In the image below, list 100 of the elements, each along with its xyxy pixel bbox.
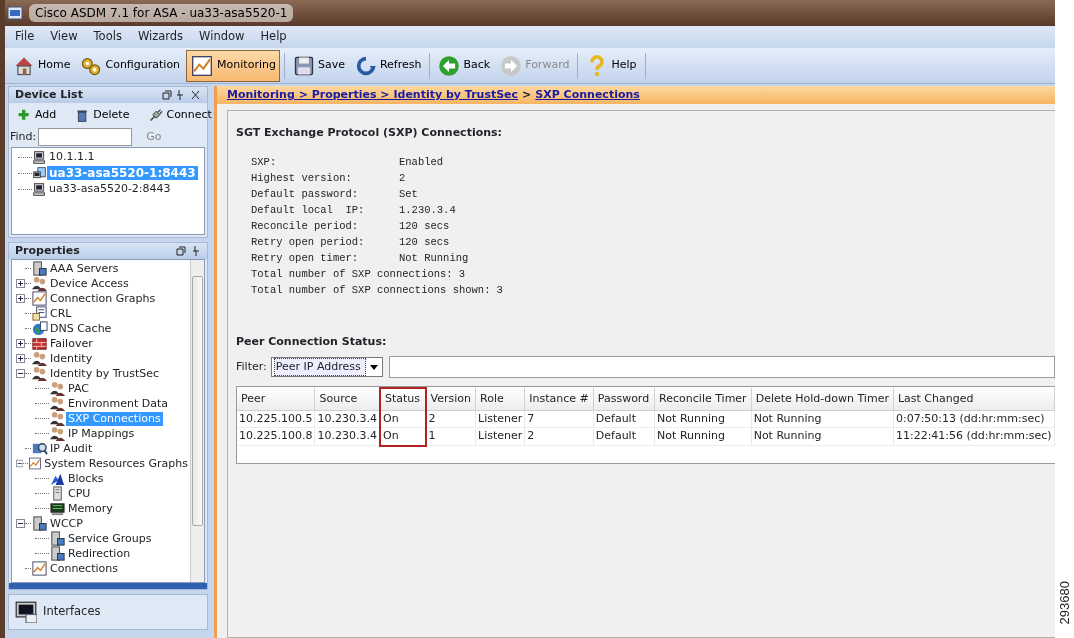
- tree-item[interactable]: AAA Servers: [48, 261, 121, 276]
- expander-icon[interactable]: [16, 294, 25, 303]
- tree-item[interactable]: IP Mappings: [66, 426, 137, 441]
- column-header[interactable]: Last Changed: [893, 388, 1054, 410]
- tree-item[interactable]: Blocks: [66, 471, 106, 486]
- panel-title: Properties: [15, 242, 80, 259]
- column-header[interactable]: Reconcile Timer: [654, 388, 752, 410]
- tree-item[interactable]: Service Groups: [66, 531, 154, 546]
- column-header[interactable]: Role: [475, 388, 525, 410]
- tree-item[interactable]: Memory: [66, 501, 115, 516]
- info-value: 3: [496, 282, 503, 298]
- tree-item[interactable]: Connection Graphs: [48, 291, 158, 306]
- chart-icon: [31, 560, 48, 577]
- info-label: Highest version:: [251, 170, 353, 186]
- computer-icon: [32, 181, 47, 197]
- device-item[interactable]: ua33-asa5520-2:8443: [47, 182, 173, 196]
- toolbar-button[interactable]: Monitoring: [186, 49, 280, 82]
- tree-item[interactable]: Failover: [48, 336, 95, 351]
- refresh-icon: [354, 54, 377, 77]
- table-cell: Not Running: [751, 410, 894, 428]
- people-icon: [49, 410, 66, 427]
- table-cell: Not Running: [654, 410, 752, 428]
- interfaces-button[interactable]: Interfaces: [8, 594, 208, 630]
- people-icon: [31, 275, 48, 292]
- toolbar-button[interactable]: Back: [434, 49, 495, 82]
- table-cell: On: [379, 410, 426, 428]
- expander-icon[interactable]: [16, 519, 25, 528]
- tree-item[interactable]: Device Access: [48, 276, 131, 291]
- tree-item[interactable]: CPU: [66, 486, 93, 501]
- expander-icon[interactable]: [16, 339, 25, 348]
- panel-window-controls-icon[interactable]: [161, 89, 201, 101]
- tree-item[interactable]: Redirection: [66, 546, 133, 561]
- menu-item[interactable]: Help: [260, 28, 287, 46]
- column-header[interactable]: Peer: [237, 388, 315, 410]
- info-label: Total number of SXP connections:: [251, 266, 453, 282]
- info-label: Retry open period:: [251, 234, 366, 250]
- column-header[interactable]: Delete Hold-down Timer: [751, 388, 894, 410]
- info-value: 120 secs: [399, 218, 450, 234]
- info-label: Retry open timer:: [251, 250, 360, 266]
- column-header[interactable]: Source: [315, 388, 380, 410]
- tree-item[interactable]: Connections: [48, 561, 120, 576]
- tree-item[interactable]: WCCP: [48, 516, 85, 531]
- info-label: Reconcile period:: [251, 218, 360, 234]
- magnifier-icon: [31, 440, 48, 457]
- menu-item[interactable]: File: [15, 28, 35, 46]
- column-header[interactable]: Version: [425, 388, 476, 410]
- tree-item[interactable]: Identity by TrustSec: [48, 366, 162, 381]
- window-title: Cisco ASDM 7.1 for ASA - ua33-asa5520-1: [29, 4, 294, 22]
- expander-icon[interactable]: [16, 369, 25, 378]
- toolbar-button[interactable]: Save: [288, 49, 349, 82]
- filter-dropdown[interactable]: Peer IP Address: [270, 357, 383, 377]
- device-action-button[interactable]: Add: [13, 105, 61, 125]
- server-icon: [31, 515, 48, 532]
- toolbar-button[interactable]: Home: [9, 49, 75, 82]
- device-action-button[interactable]: Delete: [71, 105, 134, 125]
- menu-item[interactable]: Window: [199, 28, 245, 46]
- expander-icon[interactable]: [16, 279, 25, 288]
- tree-item[interactable]: DNS Cache: [48, 321, 114, 336]
- menu-item[interactable]: Wizards: [137, 28, 184, 46]
- tree-item[interactable]: IP Audit: [48, 441, 95, 456]
- filter-field[interactable]: [388, 356, 1055, 378]
- expander-icon[interactable]: [16, 354, 25, 363]
- tree-item[interactable]: Environment Data: [66, 396, 170, 411]
- toolbar-button[interactable]: Configuration: [76, 49, 185, 82]
- info-value: Enabled: [399, 154, 444, 170]
- plus-icon: [17, 107, 32, 123]
- table-cell: Not Running: [654, 427, 752, 446]
- app-icon: [7, 5, 23, 21]
- info-label: Total number of SXP connections shown:: [251, 282, 491, 298]
- info-value: 2: [399, 170, 406, 186]
- menu-item[interactable]: View: [50, 28, 78, 46]
- find-field[interactable]: [38, 128, 133, 146]
- find-label: Find:: [10, 128, 37, 145]
- column-header[interactable]: Password: [593, 388, 655, 410]
- breadcrumb-link[interactable]: SXP Connections: [535, 86, 640, 104]
- tree-item[interactable]: CRL: [48, 306, 74, 321]
- menu-item[interactable]: Tools: [93, 28, 122, 46]
- toolbar-button[interactable]: Help: [582, 49, 641, 82]
- server-icon: [49, 545, 66, 562]
- filter-label: Filter:: [236, 358, 267, 375]
- scrollbar[interactable]: [190, 260, 204, 582]
- column-header[interactable]: Status: [379, 388, 426, 410]
- people-icon: [31, 350, 48, 367]
- table-cell: Default: [593, 427, 655, 446]
- column-header[interactable]: Instance #: [524, 388, 594, 410]
- table-cell: 2: [524, 427, 594, 446]
- computer-icon: [32, 149, 47, 165]
- toolbar-button[interactable]: Refresh: [350, 49, 426, 82]
- device-action-button[interactable]: Connect: [144, 105, 216, 125]
- tree-item[interactable]: Identity: [48, 351, 95, 366]
- breadcrumb-link[interactable]: Monitoring > Properties > Identity by TrustSec: [227, 86, 519, 104]
- expander-icon[interactable]: [16, 459, 24, 468]
- figure-number: 293680: [1055, 580, 1073, 624]
- table-cell: Not Running: [751, 427, 894, 446]
- tree-item[interactable]: System Resources Graphs: [42, 456, 190, 471]
- table-cell: 10.230.3.4: [315, 427, 380, 446]
- panel-window-controls-icon[interactable]: [175, 245, 201, 257]
- table-cell: Listener: [475, 427, 525, 446]
- device-item[interactable]: 10.1.1.1: [47, 150, 97, 164]
- tree-item[interactable]: PAC: [66, 381, 91, 396]
